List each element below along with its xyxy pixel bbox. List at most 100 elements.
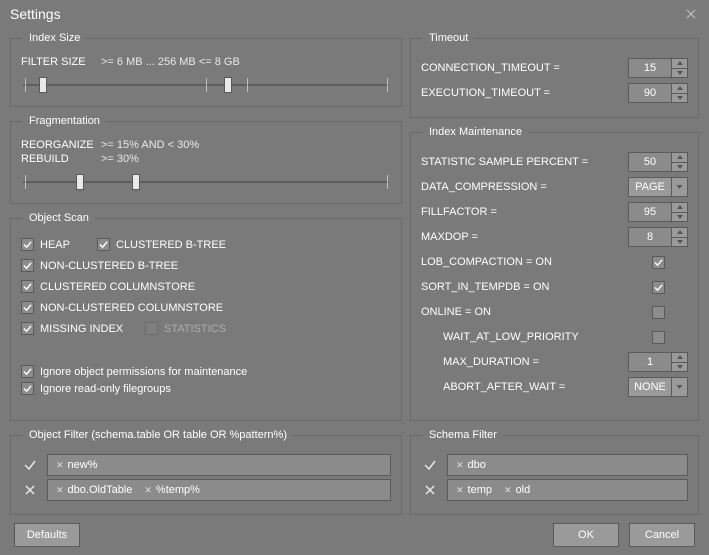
spin-down-icon[interactable] [672, 213, 687, 222]
spin-up-icon[interactable] [672, 84, 687, 94]
close-icon[interactable] [681, 4, 701, 24]
ignore-permissions-checkbox[interactable]: Ignore object permissions for maintenanc… [21, 365, 391, 378]
ignore-permissions-label: Ignore object permissions for maintenanc… [40, 366, 247, 378]
spin-up-icon[interactable] [672, 59, 687, 69]
settings-window: Settings Index Size FILTER SIZE >= 6 MB … [0, 0, 709, 555]
missing-index-checkbox[interactable]: MISSING INDEX [21, 322, 139, 335]
rebuild-value: >= 30% [101, 153, 139, 165]
index-maintenance-group: Index Maintenance STATISTIC SAMPLE PERCE… [410, 126, 699, 421]
nonclustered-cs-checkbox[interactable]: NON-CLUSTERED COLUMNSTORE [21, 301, 223, 314]
max-duration-label: MAX_DURATION = [421, 356, 539, 368]
ok-button[interactable]: OK [553, 523, 619, 547]
lob-compaction-label: LOB_COMPACTION = ON [421, 256, 552, 268]
remove-tag-icon[interactable]: ✕ [456, 485, 464, 496]
statistics-checkbox: STATISTICS [145, 322, 226, 335]
stat-sample-stepper[interactable]: 50 [628, 152, 688, 172]
include-icon [421, 458, 439, 472]
connection-timeout-label: CONNECTION_TIMEOUT = [421, 62, 560, 74]
ignore-readonly-label: Ignore read-only filegroups [40, 383, 171, 395]
nonclustered-btree-label: NON-CLUSTERED B-TREE [40, 260, 178, 272]
chevron-down-icon[interactable] [672, 177, 688, 197]
object-scan-group: Object Scan HEAP CLUSTERED B-TREE NON-CL… [10, 212, 402, 421]
remove-tag-icon[interactable]: ✕ [56, 460, 64, 471]
index-size-legend: Index Size [23, 32, 86, 44]
remove-tag-icon[interactable]: ✕ [456, 460, 464, 471]
spin-up-icon[interactable] [672, 203, 687, 213]
lob-compaction-checkbox[interactable] [652, 256, 665, 269]
exclude-icon [21, 483, 39, 497]
footer: Defaults OK Cancel [0, 515, 709, 555]
filter-tag[interactable]: ✕temp [452, 483, 496, 497]
maxdop-stepper[interactable]: 8 [628, 227, 688, 247]
spin-down-icon[interactable] [672, 163, 687, 172]
nonclustered-cs-label: NON-CLUSTERED COLUMNSTORE [40, 302, 223, 314]
titlebar: Settings [0, 0, 709, 28]
spin-down-icon[interactable] [672, 363, 687, 372]
spin-down-icon[interactable] [672, 238, 687, 247]
reorganize-value: >= 15% AND < 30% [101, 139, 199, 151]
filter-tag[interactable]: ✕dbo [452, 458, 490, 472]
filter-tag[interactable]: ✕old [500, 483, 534, 497]
max-duration-stepper[interactable]: 1 [628, 352, 688, 372]
heap-label: HEAP [40, 239, 70, 251]
fillfactor-stepper[interactable]: 95 [628, 202, 688, 222]
filter-size-label: FILTER SIZE [21, 56, 95, 68]
chevron-down-icon[interactable] [672, 377, 688, 397]
exclude-icon [421, 483, 439, 497]
object-filter-include-input[interactable]: ✕new% [47, 454, 391, 476]
clustered-btree-label: CLUSTERED B-TREE [116, 239, 226, 251]
execution-timeout-label: EXECUTION_TIMEOUT = [421, 87, 550, 99]
schema-filter-include-input[interactable]: ✕dbo [447, 454, 688, 476]
filter-tag[interactable]: ✕new% [52, 458, 102, 472]
spin-down-icon[interactable] [672, 94, 687, 103]
connection-timeout-stepper[interactable]: 15 [628, 58, 688, 78]
maxdop-label: MAXDOP = [421, 231, 478, 243]
include-icon [21, 458, 39, 472]
index-size-slider[interactable] [21, 74, 391, 96]
fillfactor-label: FILLFACTOR = [421, 206, 497, 218]
timeout-legend: Timeout [423, 32, 474, 44]
ignore-readonly-checkbox[interactable]: Ignore read-only filegroups [21, 382, 391, 395]
object-filter-legend: Object Filter (schema.table OR table OR … [23, 429, 293, 441]
filter-size-value: >= 6 MB ... 256 MB <= 8 GB [101, 56, 240, 68]
index-size-group: Index Size FILTER SIZE >= 6 MB ... 256 M… [10, 32, 402, 107]
cancel-button[interactable]: Cancel [629, 523, 695, 547]
wait-low-priority-checkbox[interactable] [652, 331, 665, 344]
nonclustered-btree-checkbox[interactable]: NON-CLUSTERED B-TREE [21, 259, 178, 272]
clustered-cs-checkbox[interactable]: CLUSTERED COLUMNSTORE [21, 280, 225, 293]
reorganize-label: REORGANIZE [21, 139, 95, 151]
defaults-button[interactable]: Defaults [14, 523, 80, 547]
wait-low-priority-label: WAIT_AT_LOW_PRIORITY [421, 331, 579, 343]
fragmentation-legend: Fragmentation [23, 115, 106, 127]
filter-tag[interactable]: ✕%temp% [140, 483, 204, 497]
schema-filter-group: Schema Filter ✕dbo ✕temp ✕old [410, 429, 699, 515]
data-compression-select[interactable]: PAGE [628, 177, 688, 197]
abort-after-wait-select[interactable]: NONE [628, 377, 688, 397]
heap-checkbox[interactable]: HEAP [21, 238, 91, 251]
remove-tag-icon[interactable]: ✕ [144, 485, 152, 496]
remove-tag-icon[interactable]: ✕ [504, 485, 512, 496]
spin-up-icon[interactable] [672, 353, 687, 363]
fragmentation-slider[interactable] [21, 171, 391, 193]
execution-timeout-stepper[interactable]: 90 [628, 83, 688, 103]
spin-down-icon[interactable] [672, 69, 687, 78]
filter-tag[interactable]: ✕dbo.OldTable [52, 483, 136, 497]
missing-index-label: MISSING INDEX [40, 323, 123, 335]
sort-tempdb-checkbox[interactable] [652, 281, 665, 294]
schema-filter-legend: Schema Filter [423, 429, 503, 441]
statistics-label: STATISTICS [164, 323, 226, 335]
object-filter-exclude-input[interactable]: ✕dbo.OldTable ✕%temp% [47, 479, 391, 501]
abort-after-wait-label: ABORT_AFTER_WAIT = [421, 381, 565, 393]
object-scan-legend: Object Scan [23, 212, 95, 224]
online-label: ONLINE = ON [421, 306, 491, 318]
sort-tempdb-label: SORT_IN_TEMPDB = ON [421, 281, 549, 293]
timeout-group: Timeout CONNECTION_TIMEOUT = 15 EXECUTIO… [410, 32, 699, 118]
schema-filter-exclude-input[interactable]: ✕temp ✕old [447, 479, 688, 501]
spin-up-icon[interactable] [672, 228, 687, 238]
remove-tag-icon[interactable]: ✕ [56, 485, 64, 496]
spin-up-icon[interactable] [672, 153, 687, 163]
rebuild-label: REBUILD [21, 153, 95, 165]
object-filter-group: Object Filter (schema.table OR table OR … [10, 429, 402, 515]
clustered-btree-checkbox[interactable]: CLUSTERED B-TREE [97, 238, 231, 251]
online-checkbox[interactable] [652, 306, 665, 319]
